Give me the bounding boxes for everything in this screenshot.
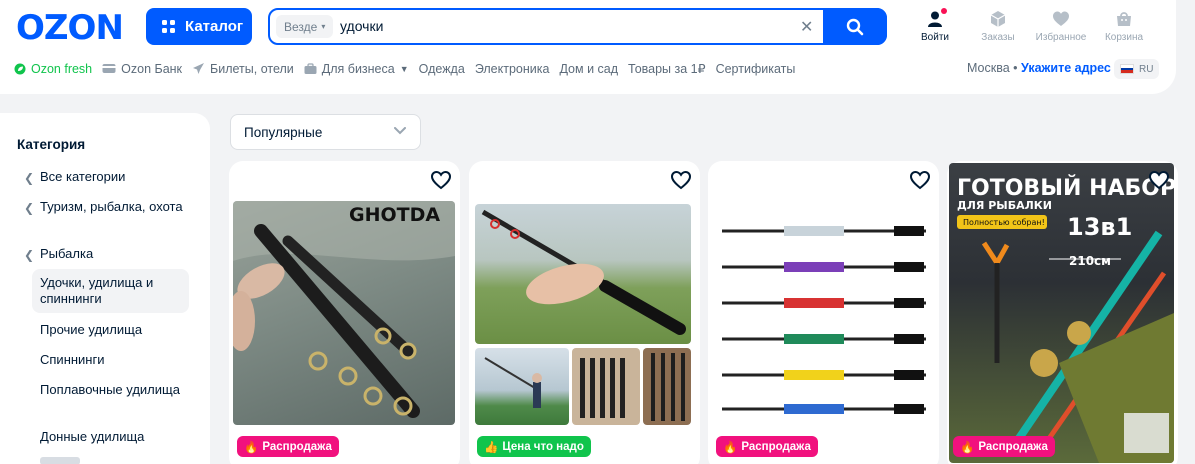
sidebar-item-all-categories[interactable]: ❮ Все категории xyxy=(24,169,189,185)
cart-icon xyxy=(1117,12,1131,26)
search-bar: Везде ▾ удочки ✕ xyxy=(268,8,887,45)
nav-business[interactable]: Для бизнеса ▼ xyxy=(304,62,409,76)
promo-length: 210см xyxy=(1069,254,1111,268)
chevron-down-icon: ▼ xyxy=(399,63,409,74)
thumb-up-icon: 👍 xyxy=(484,441,499,454)
favorites-label: Избранное xyxy=(1035,32,1087,43)
cart-button[interactable]: Корзина xyxy=(1094,10,1154,43)
city-name[interactable]: Москва xyxy=(967,61,1010,75)
header: OZON Каталог Везде ▾ удочки ✕ Войти Зака… xyxy=(0,0,1176,94)
sort-select[interactable]: Популярные xyxy=(230,114,421,150)
ozon-logo[interactable]: OZON xyxy=(16,8,124,48)
colored-rods-photo xyxy=(722,226,926,414)
product-image[interactable]: GHOTDA xyxy=(233,201,455,425)
nav-home-garden[interactable]: Дом и сад xyxy=(559,62,618,76)
box-icon xyxy=(990,11,1006,27)
heart-icon xyxy=(1053,11,1069,26)
notification-dot xyxy=(941,8,947,14)
product-thumbnail[interactable] xyxy=(475,348,569,425)
product-thumbnail[interactable] xyxy=(643,348,691,425)
login-label: Войти xyxy=(921,32,949,43)
language-switch[interactable]: RU xyxy=(1114,59,1160,79)
search-button[interactable] xyxy=(823,8,887,45)
nav-ozon-bank[interactable]: Ozon Банк xyxy=(102,62,182,76)
favorites-button[interactable]: Избранное xyxy=(1031,10,1091,43)
sidebar-item-cut-off xyxy=(40,457,80,464)
chevron-down-icon xyxy=(394,127,406,135)
product-thumbnail[interactable] xyxy=(572,348,640,425)
product-card[interactable]: GHOTDA 🔥 Распродажа xyxy=(229,161,460,464)
language-label: RU xyxy=(1139,63,1154,75)
promo-subtitle: ДЛЯ РЫБАЛКИ xyxy=(957,199,1052,212)
clear-icon[interactable]: ✕ xyxy=(800,17,813,37)
heart-outline-icon[interactable] xyxy=(670,169,692,191)
product-image[interactable]: ГОТОВЫЙ НАБОР ДЛЯ РЫБАЛКИ Полностью собр… xyxy=(949,163,1174,463)
fishing-set-promo: ГОТОВЫЙ НАБОР ДЛЯ РЫБАЛКИ Полностью собр… xyxy=(957,175,1174,463)
fishing-rods-photo: GHOTDA xyxy=(233,201,455,418)
angler-photo xyxy=(484,357,542,408)
sort-label: Популярные xyxy=(244,124,323,140)
search-scope-select[interactable]: Везде ▾ xyxy=(276,15,334,38)
ru-flag-icon xyxy=(1120,64,1134,74)
good-price-badge: 👍 Цена что надо xyxy=(477,436,591,457)
fire-icon: 🔥 xyxy=(244,441,259,454)
sidebar-title: Категория xyxy=(17,137,86,152)
sale-badge: 🔥 Распродажа xyxy=(716,436,818,457)
heart-outline-icon[interactable] xyxy=(430,169,452,191)
promo-count: 13в1 xyxy=(1067,213,1132,241)
fire-icon: 🔥 xyxy=(723,441,738,454)
briefcase-icon xyxy=(304,62,317,74)
rod-in-hand-photo xyxy=(481,209,686,335)
card-icon xyxy=(102,64,116,73)
cart-label: Корзина xyxy=(1104,32,1144,43)
product-image[interactable] xyxy=(475,204,691,344)
nav-clothes[interactable]: Одежда xyxy=(419,62,465,76)
leaf-icon xyxy=(14,63,26,74)
sale-badge: 🔥 Распродажа xyxy=(953,436,1055,457)
search-scope-label: Везде xyxy=(284,19,318,34)
location: Москва • Укажите адрес xyxy=(967,61,1111,75)
chevron-down-icon: ▾ xyxy=(321,22,326,31)
heart-outline-icon[interactable] xyxy=(909,169,931,191)
catalog-button[interactable]: Каталог xyxy=(146,8,252,45)
sidebar-item-bottom-rods[interactable]: Донные удилища xyxy=(24,429,189,445)
nav-ozon-fresh[interactable]: Ozon fresh xyxy=(14,62,92,76)
sidebar-item-tourism[interactable]: ❮ Туризм, рыбалка, охота xyxy=(24,199,189,215)
orders-button[interactable]: Заказы xyxy=(968,10,1028,43)
plane-icon xyxy=(193,63,205,74)
sale-badge: 🔥 Распродажа xyxy=(237,436,339,457)
sidebar-item-fishing[interactable]: ❮ Рыбалка xyxy=(24,246,189,262)
nav-one-ruble[interactable]: Товары за 1₽ xyxy=(628,61,706,76)
category-sidebar: Категория ❮ Все категории ❮ Туризм, рыба… xyxy=(0,113,210,464)
top-nav: Ozon fresh Ozon Банк Билеты, отели Для б… xyxy=(14,61,795,76)
nav-tickets[interactable]: Билеты, отели xyxy=(192,62,294,76)
product-image[interactable] xyxy=(714,209,934,421)
nav-electronics[interactable]: Электроника xyxy=(475,62,550,76)
promo-title: ГОТОВЫЙ НАБОР xyxy=(957,175,1174,201)
nav-certificates[interactable]: Сертификаты xyxy=(716,62,796,76)
rods-closeup-photo xyxy=(651,353,685,421)
sidebar-item-rods-selected[interactable]: Удочки, удилища и спиннинги xyxy=(32,269,189,313)
search-input[interactable]: удочки xyxy=(340,18,383,34)
heart-outline-icon[interactable] xyxy=(1148,169,1170,191)
product-card[interactable]: 👍 Цена что надо xyxy=(469,161,700,464)
search-icon xyxy=(846,18,864,35)
fire-icon: 🔥 xyxy=(960,441,975,454)
product-card[interactable]: ГОТОВЫЙ НАБОР ДЛЯ РЫБАЛКИ Полностью собр… xyxy=(947,161,1178,464)
promo-tag: Полностью собран! xyxy=(963,218,1045,227)
sidebar-item-float-rods[interactable]: Поплавочные удилища xyxy=(24,382,189,398)
login-button[interactable]: Войти xyxy=(905,8,965,43)
chevron-left-icon: ❮ xyxy=(24,171,35,185)
sidebar-item-spinning[interactable]: Спиннинги xyxy=(24,352,189,368)
rods-set-photo xyxy=(580,358,625,418)
orders-label: Заказы xyxy=(981,32,1015,43)
sidebar-item-other-rods[interactable]: Прочие удилища xyxy=(24,322,189,338)
chevron-left-icon: ❮ xyxy=(24,201,35,215)
chevron-left-icon: ❮ xyxy=(24,248,35,262)
brand-text: GHOTDA xyxy=(349,204,440,226)
address-link[interactable]: Укажите адрес xyxy=(1021,61,1111,75)
grid-icon xyxy=(162,20,175,33)
product-card[interactable]: 🔥 Распродажа xyxy=(708,161,939,464)
catalog-label: Каталог xyxy=(185,18,244,35)
